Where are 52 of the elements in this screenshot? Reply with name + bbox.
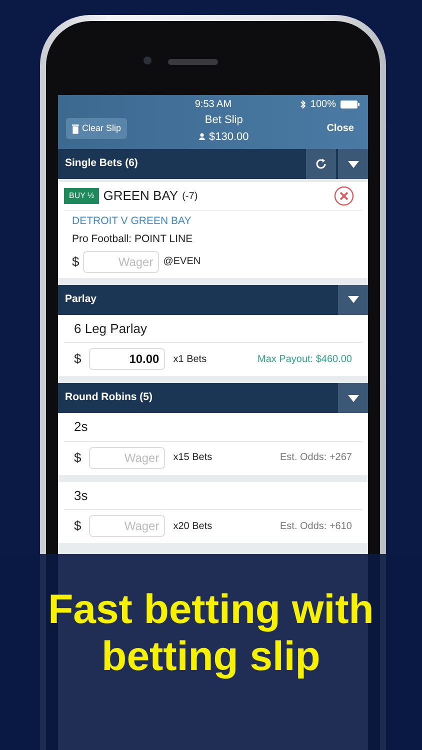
section-header[interactable]: Single Bets (6) [58, 149, 368, 179]
collapse-button[interactable] [338, 284, 368, 314]
caret-icon [348, 160, 358, 168]
estimated-odds: Est. Odds: +267 [280, 451, 352, 465]
section-title: Parlay [64, 292, 98, 307]
section-title: Round Robins (5) [64, 390, 154, 406]
currency-sign: $ [74, 517, 82, 536]
refresh-icon [315, 158, 327, 170]
section-title: Single Bets (6) [64, 156, 139, 172]
balance-amount: $130.00 [209, 130, 249, 144]
user-icon [199, 133, 205, 140]
slip-title: Bet Slip [204, 113, 244, 128]
bet-count: x20 Bets [173, 520, 212, 534]
point-line: (-7) [182, 190, 198, 204]
close-button[interactable]: Close [320, 121, 360, 136]
max-payout: Max Payout: $460.00 [257, 352, 352, 366]
bet-name: 6 Leg Parlay [64, 314, 362, 343]
collapse-button[interactable] [338, 149, 368, 179]
bet-name: 2s [64, 413, 362, 442]
bet-name: 3s [64, 482, 362, 510]
wager-field[interactable]: 10.00 [89, 348, 166, 370]
currency-sign: $ [74, 448, 82, 467]
caret-icon [348, 296, 358, 303]
section-header[interactable]: Round Robins (5) [58, 383, 368, 413]
battery-icon [340, 100, 360, 109]
odds-label: @EVEN [163, 255, 201, 269]
wager-field[interactable]: Wager [89, 515, 166, 537]
section-header[interactable]: Parlay [58, 284, 368, 314]
caret-icon [348, 394, 358, 402]
clear-slip-button[interactable]: Clear Slip [66, 118, 128, 140]
speaker-icon [168, 59, 218, 65]
refresh-button[interactable] [306, 149, 336, 179]
market-name: Pro Football: POINT LINE [71, 232, 194, 247]
currency-sign: $ [74, 350, 82, 368]
banner-headline: Fast betting with [48, 586, 374, 634]
estimated-odds: Est. Odds: +610 [280, 520, 352, 534]
camera-icon [143, 56, 152, 65]
status-time: 9:53 AM [194, 98, 232, 112]
trash-icon [72, 124, 79, 134]
wager-field[interactable]: Wager [89, 446, 166, 468]
buy-half-button[interactable]: BUY ½ [64, 188, 100, 204]
team-name: GREEN BAY [103, 187, 178, 206]
battery-level: 100% [310, 98, 336, 112]
collapse-button[interactable] [338, 383, 368, 413]
wager-field[interactable]: Wager [83, 250, 160, 272]
currency-sign: $ [72, 252, 80, 271]
event-link[interactable]: DETROIT V GREEN BAY [64, 211, 362, 230]
bet-count: x15 Bets [173, 451, 212, 465]
bluetooth-icon [300, 100, 306, 109]
bet-count: x1 Bets [173, 352, 207, 366]
banner-headline: betting slip [102, 633, 320, 680]
remove-icon[interactable] [334, 186, 354, 206]
